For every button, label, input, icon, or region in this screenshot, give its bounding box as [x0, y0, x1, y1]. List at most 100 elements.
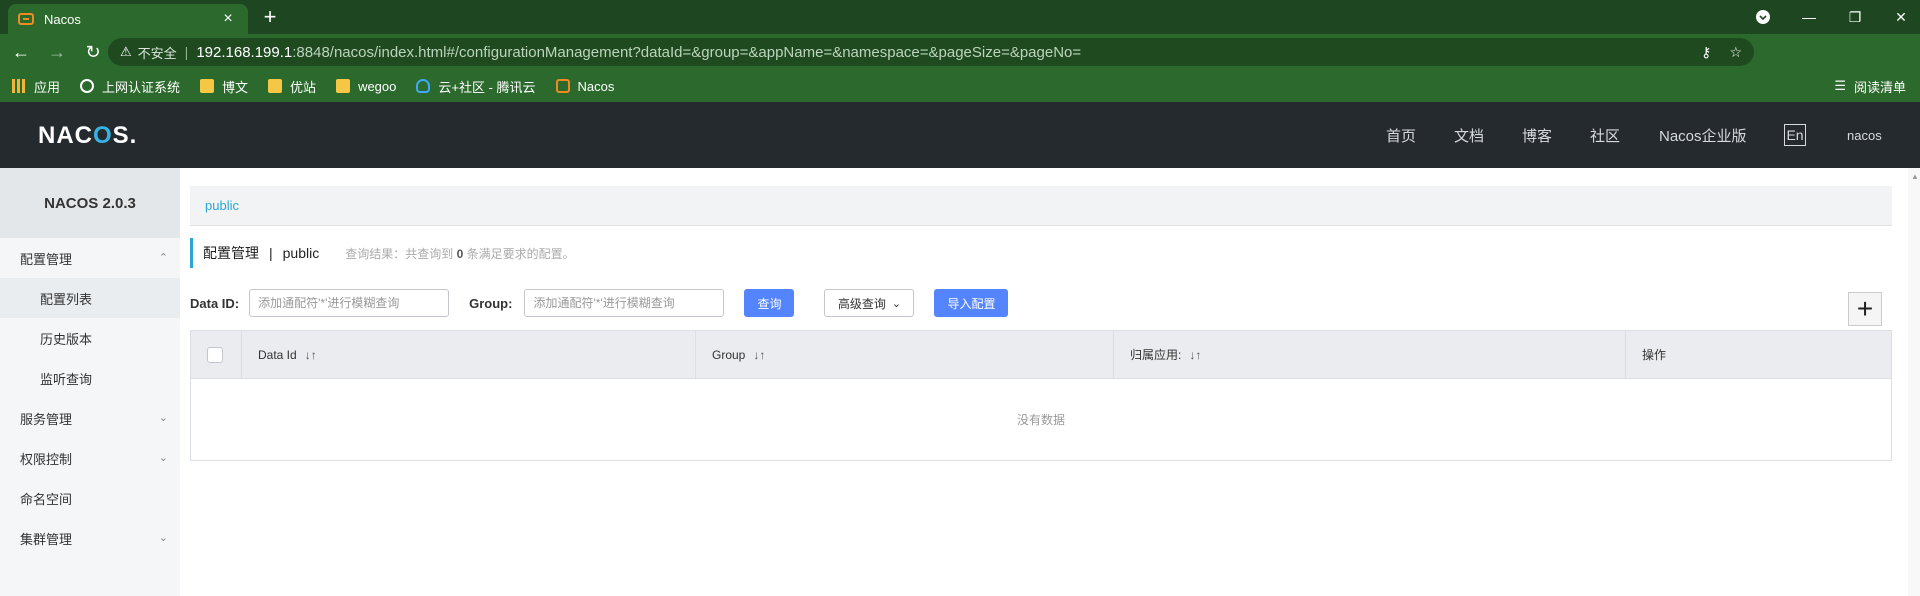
chevron-down-icon: ⌄: [158, 532, 168, 544]
add-config-button[interactable]: +: [1848, 292, 1882, 326]
user-name[interactable]: nacos: [1847, 102, 1882, 168]
sidebar-item-label: 集群管理: [20, 531, 73, 547]
reading-list-label: 阅读清单: [1853, 79, 1906, 95]
namespace-tab-public[interactable]: public: [205, 198, 239, 213]
column-dataid: Data Id ↓↑: [242, 331, 696, 378]
page-scrollbar[interactable]: ▲: [1908, 168, 1920, 596]
chevron-down-icon: ⌄: [891, 297, 902, 310]
dataid-label: Data ID:: [190, 295, 240, 311]
column-group: Group ↓↑: [696, 331, 1114, 378]
chevron-up-icon: ⌃: [158, 252, 168, 264]
sidebar-item-listen-query[interactable]: 监听查询: [0, 358, 180, 398]
tab-title: Nacos: [44, 11, 81, 27]
browser-tab[interactable]: Nacos ×: [8, 4, 248, 34]
page-title: 配置管理: [203, 245, 259, 261]
import-config-button[interactable]: 导入配置: [934, 289, 1009, 317]
apps-icon: [12, 79, 26, 93]
address-path: :8848/nacos/index.html#/configurationMan…: [292, 43, 1082, 61]
reading-list[interactable]: ☰ 阅读清单: [1834, 70, 1906, 102]
group-input[interactable]: [524, 289, 725, 317]
bookmark-label: 优站: [290, 79, 317, 95]
nacos-favicon-icon: [18, 11, 34, 27]
sidebar-item-label: 配置管理: [20, 251, 73, 267]
bookmark-label: 云+社区 - 腾讯云: [438, 79, 536, 95]
sidebar-item-history[interactable]: 历史版本: [0, 318, 180, 358]
bookmark-apps[interactable]: 应用: [12, 77, 60, 96]
query-result-hint: 查询结果：共查询到 0 条满足要求的配置。: [345, 246, 575, 261]
config-table: Data Id ↓↑ Group ↓↑ 归属应用: ↓↑ 操作 没有数据: [190, 330, 1892, 461]
bookmark-star-icon[interactable]: ☆: [1729, 44, 1742, 61]
address-bar[interactable]: ⚠ 不安全 | 192.168.199.1 :8848/nacos/index.…: [108, 38, 1754, 66]
table-header: Data Id ↓↑ Group ↓↑ 归属应用: ↓↑ 操作: [191, 331, 1891, 379]
bookmark-label: Nacos: [577, 78, 615, 94]
language-toggle[interactable]: En: [1784, 124, 1806, 146]
folder-icon: [268, 79, 283, 93]
bookmark-blog[interactable]: 博文: [200, 77, 248, 96]
nav-community[interactable]: 社区: [1590, 125, 1620, 146]
warning-icon: ⚠: [120, 44, 132, 59]
back-icon[interactable]: ←: [6, 37, 36, 67]
table-empty-message: 没有数据: [1016, 413, 1065, 427]
sidebar-item-namespace[interactable]: 命名空间: [0, 478, 180, 518]
column-actions: 操作: [1626, 331, 1891, 378]
sidebar-item-label: 配置列表: [40, 291, 93, 307]
advanced-query-button[interactable]: 高级查询 ⌄: [824, 289, 915, 317]
dataid-input[interactable]: [249, 289, 450, 317]
key-icon[interactable]: ⚷: [1701, 44, 1711, 61]
bookmarks-bar: 应用 上网认证系统 博文 优站 wegoo 云+社区 - 腾讯云 Nacos ☰…: [0, 70, 1920, 102]
main-content: public 配置管理 | public 查询结果：共查询到 0 条满足要求的配…: [190, 168, 1892, 596]
bookmark-label: wegoo: [358, 78, 397, 94]
restore-icon[interactable]: ❐: [1832, 9, 1878, 26]
chevron-down-icon: ⌄: [158, 452, 168, 464]
namespace-bar: public: [190, 186, 1892, 226]
new-tab-button[interactable]: +: [258, 5, 282, 29]
bookmark-nacos[interactable]: Nacos: [555, 78, 615, 94]
sidebar-item-config-management[interactable]: 配置管理 ⌃: [0, 238, 180, 278]
sidebar: NACOS 2.0.3 配置管理 ⌃ 配置列表 历史版本 监听查询 服务管理 ⌄…: [0, 168, 180, 596]
nacos-logo[interactable]: NACOS.: [38, 122, 137, 150]
scroll-up-icon[interactable]: ▲: [1911, 172, 1919, 181]
nav-blog[interactable]: 博客: [1522, 125, 1552, 146]
sort-icon[interactable]: ↓↑: [753, 348, 765, 362]
query-button[interactable]: 查询: [744, 289, 795, 317]
forward-icon[interactable]: →: [42, 37, 72, 67]
column-label: Data Id: [258, 347, 297, 362]
nav-docs[interactable]: 文档: [1454, 125, 1484, 146]
close-window-icon[interactable]: ✕: [1878, 9, 1920, 26]
sidebar-item-label: 服务管理: [20, 411, 73, 427]
sidebar-title: NACOS 2.0.3: [0, 168, 180, 238]
bookmark-youzhan[interactable]: 优站: [268, 77, 316, 96]
sidebar-item-label: 权限控制: [20, 451, 73, 467]
sidebar-item-label: 监听查询: [40, 371, 93, 387]
column-app: 归属应用: ↓↑: [1114, 331, 1626, 378]
minimize-icon[interactable]: —: [1786, 9, 1832, 25]
sidebar-item-service-management[interactable]: 服务管理 ⌄: [0, 398, 180, 438]
bookmark-wegoo[interactable]: wegoo: [336, 79, 396, 94]
sidebar-item-access-control[interactable]: 权限控制 ⌄: [0, 438, 180, 478]
app-header: NACOS. 首页 文档 博客 社区 Nacos企业版 En nacos: [0, 102, 1920, 168]
bookmark-label: 上网认证系统: [102, 79, 181, 95]
page-title-separator: |: [269, 245, 273, 261]
tab-close-icon[interactable]: ×: [218, 10, 238, 28]
sort-icon[interactable]: ↓↑: [305, 348, 317, 362]
sidebar-item-config-list[interactable]: 配置列表: [0, 278, 180, 318]
column-label: 操作: [1642, 348, 1667, 362]
sort-icon[interactable]: ↓↑: [1189, 348, 1201, 362]
browser-tabbar: Nacos × + — ❐ ✕: [0, 0, 1920, 34]
sidebar-item-label: 命名空间: [20, 491, 73, 507]
select-all-checkbox[interactable]: [207, 346, 223, 363]
page-namespace: public: [282, 245, 320, 261]
nav-home[interactable]: 首页: [1386, 125, 1416, 146]
globe-icon: [80, 79, 95, 93]
nav-enterprise[interactable]: Nacos企业版: [1659, 125, 1747, 146]
address-host: 192.168.199.1: [196, 43, 293, 61]
bookmark-auth[interactable]: 上网认证系统: [80, 77, 180, 96]
filter-bar: Data ID: Group: 查询 高级查询 ⌄ 导入配置: [190, 288, 1009, 318]
chevron-down-icon: ⌄: [158, 412, 168, 424]
sidebar-item-cluster-management[interactable]: 集群管理 ⌄: [0, 518, 180, 558]
profile-menu-icon[interactable]: [1740, 10, 1786, 24]
reload-icon[interactable]: ↻: [78, 37, 108, 67]
query-result-count: 0: [456, 246, 464, 261]
select-all-cell: [191, 331, 242, 378]
bookmark-tencent-cloud[interactable]: 云+社区 - 腾讯云: [416, 77, 536, 96]
